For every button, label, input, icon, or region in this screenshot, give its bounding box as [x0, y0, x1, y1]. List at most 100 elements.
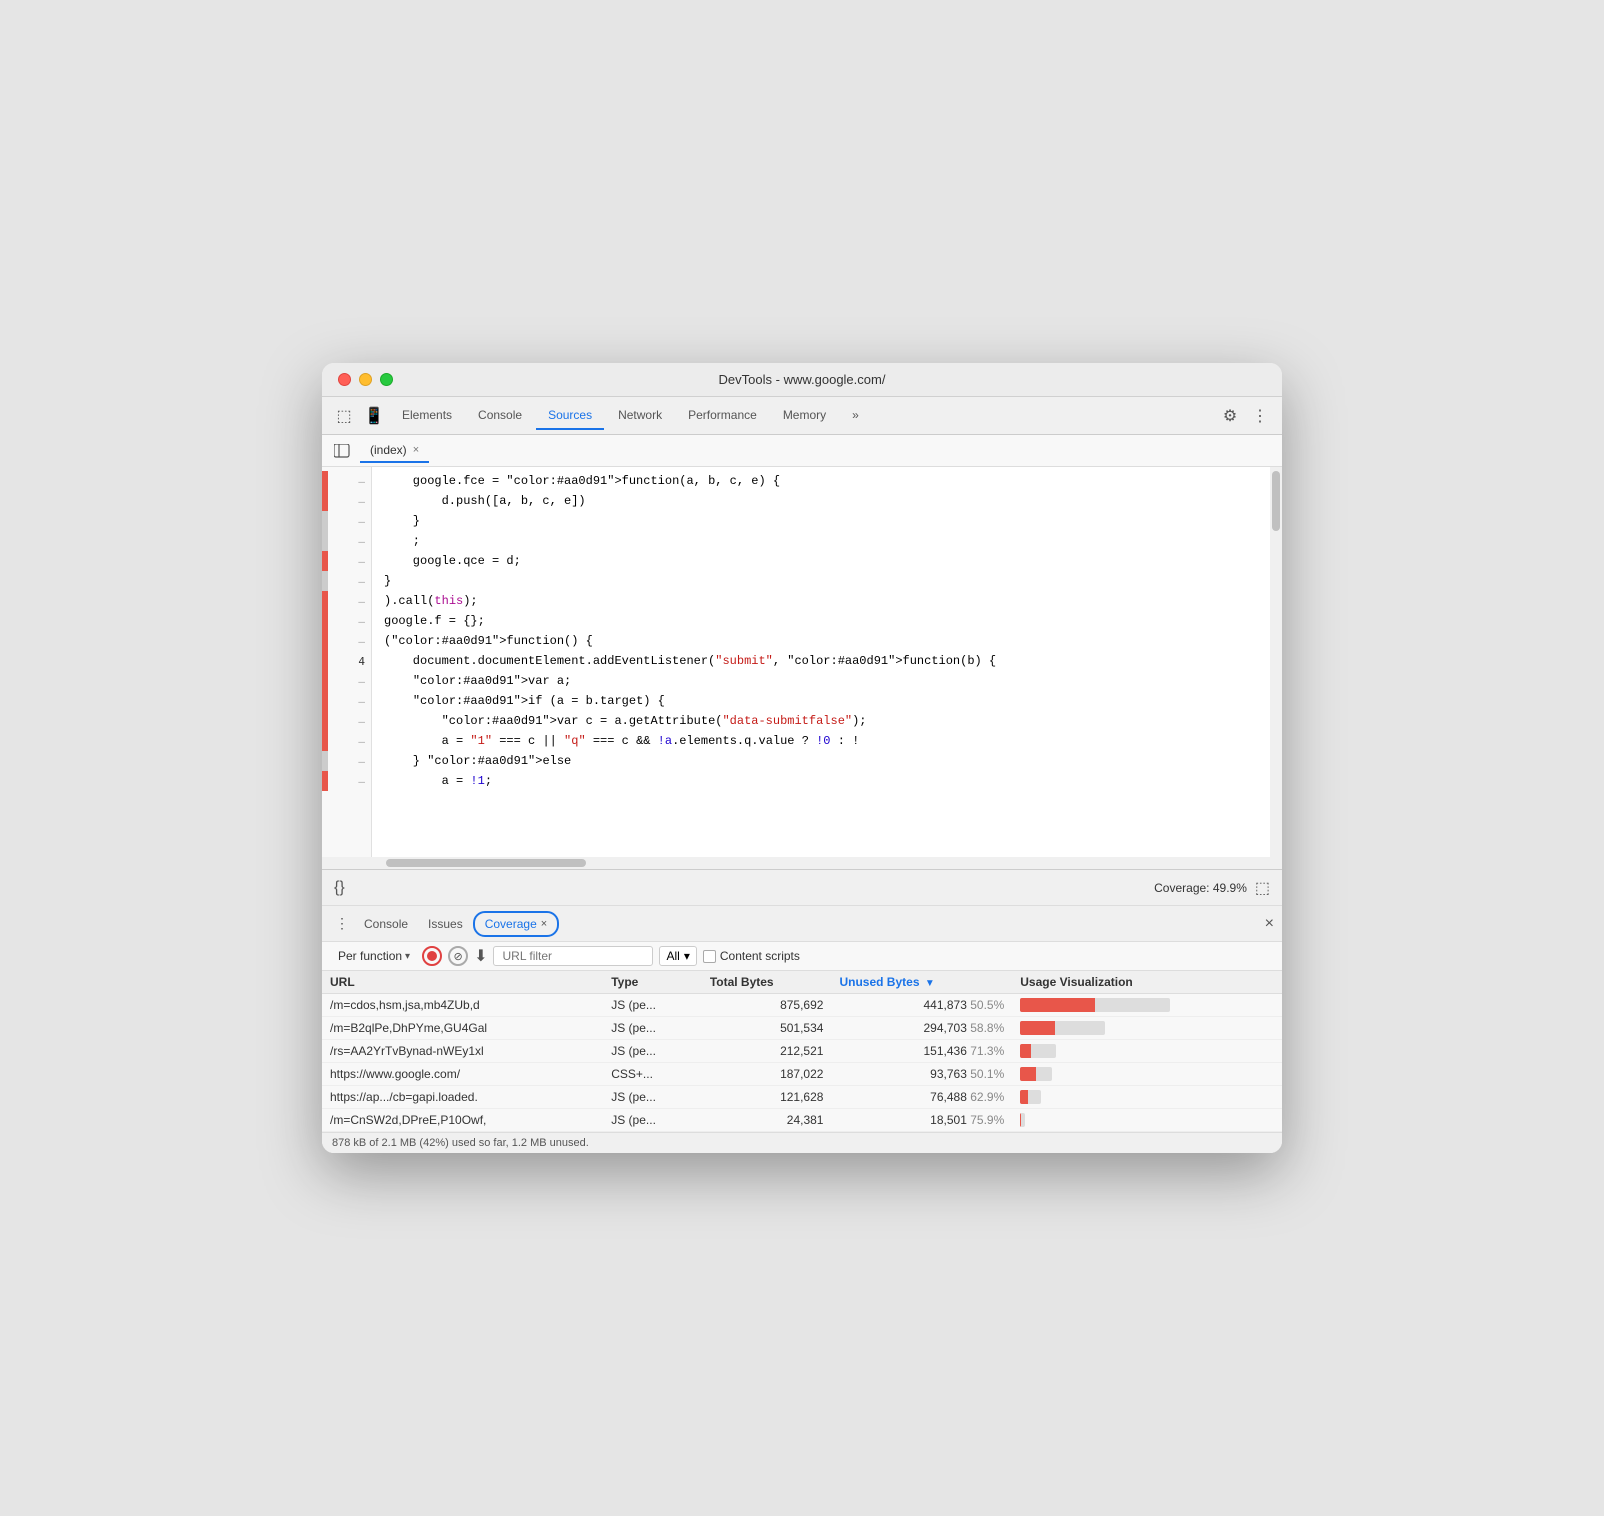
coverage-indicator-red [322, 671, 328, 691]
coverage-tab-close[interactable]: × [541, 918, 547, 930]
cell-unused-bytes: 93,763 50.1% [831, 1063, 1012, 1086]
gutter-line: – [322, 491, 371, 511]
coverage-indicator-gray [322, 511, 328, 531]
tab-overflow[interactable]: » [840, 402, 871, 430]
tab-console[interactable]: Console [466, 402, 534, 430]
table-row[interactable]: /m=cdos,hsm,jsa,mb4ZUb,dJS (pe...875,692… [322, 994, 1282, 1017]
filter-dropdown[interactable]: All ▾ [659, 946, 696, 966]
cell-usage-viz [1012, 1017, 1282, 1040]
download-button[interactable]: ⬇ [474, 946, 487, 966]
sidebar-toggle-icon[interactable] [330, 439, 354, 463]
panel-tab-close-icon[interactable]: × [413, 444, 419, 456]
bottom-tab-coverage[interactable]: Coverage × [473, 911, 559, 937]
usage-bar-used [1020, 998, 1094, 1012]
bottom-panel: {} Coverage: 49.9% ⬚ ⋮ Console Issues Co… [322, 869, 1282, 1153]
settings-icon[interactable]: ⚙ [1216, 402, 1244, 430]
close-button[interactable] [338, 373, 351, 386]
gutter-line: – [322, 551, 371, 571]
devtools-window: DevTools - www.google.com/ ⬚ 📱 Elements … [322, 363, 1282, 1153]
col-total-bytes[interactable]: Total Bytes [702, 971, 832, 994]
vertical-scrollbar[interactable] [1270, 467, 1282, 857]
cell-type: JS (pe... [603, 994, 702, 1017]
cell-unused-bytes: 76,488 62.9% [831, 1086, 1012, 1109]
table-row[interactable]: https://www.google.com/CSS+...187,02293,… [322, 1063, 1282, 1086]
col-unused-bytes[interactable]: Unused Bytes ▼ [831, 971, 1012, 994]
bottom-more-icon[interactable]: ⋮ [330, 912, 354, 936]
bottom-tab-issues[interactable]: Issues [418, 911, 473, 937]
coverage-table: URL Type Total Bytes Unused Bytes ▼ Usag… [322, 971, 1282, 1132]
cell-usage-viz [1012, 1040, 1282, 1063]
coverage-indicator-red [322, 631, 328, 651]
cell-usage-viz [1012, 1086, 1282, 1109]
gutter-line: 4 [322, 651, 371, 671]
code-line: "color:#aa0d91">if (a = b.target) { [384, 691, 1270, 711]
gutter-line: – [322, 751, 371, 771]
scroll-thumb[interactable] [1272, 471, 1280, 531]
table-row[interactable]: https://ap.../cb=gapi.loaded.JS (pe...12… [322, 1086, 1282, 1109]
tab-network[interactable]: Network [606, 402, 674, 430]
url-filter-input[interactable] [493, 946, 653, 966]
panel-tab-index[interactable]: (index) × [360, 439, 429, 463]
tab-performance[interactable]: Performance [676, 402, 769, 430]
record-button[interactable] [422, 946, 442, 966]
coverage-table-wrapper[interactable]: URL Type Total Bytes Unused Bytes ▼ Usag… [322, 971, 1282, 1132]
content-scripts-label: Content scripts [720, 949, 800, 963]
table-row[interactable]: /rs=AA2YrTvBynad-nWEy1xlJS (pe...212,521… [322, 1040, 1282, 1063]
clear-icon: ⊘ [453, 950, 462, 963]
cell-url: /rs=AA2YrTvBynad-nWEy1xl [322, 1040, 603, 1063]
bottom-close-icon[interactable]: × [1265, 915, 1274, 933]
cell-unused-bytes: 18,501 75.9% [831, 1109, 1012, 1132]
cell-url: https://ap.../cb=gapi.loaded. [322, 1086, 603, 1109]
table-header-row: URL Type Total Bytes Unused Bytes ▼ Usag… [322, 971, 1282, 994]
cell-unused-bytes: 441,873 50.5% [831, 994, 1012, 1017]
col-type[interactable]: Type [603, 971, 702, 994]
content-scripts-checkbox[interactable] [703, 950, 716, 963]
tab-elements[interactable]: Elements [390, 402, 464, 430]
coverage-indicator-gray [322, 751, 328, 771]
bottom-toolbar: {} Coverage: 49.9% ⬚ [322, 870, 1282, 906]
bottom-tab-console[interactable]: Console [354, 911, 418, 937]
cell-url: /m=B2qlPe,DhPYme,GU4Gal [322, 1017, 603, 1040]
gutter-line: – [322, 671, 371, 691]
inspect-element-icon[interactable]: ⬚ [330, 402, 358, 430]
coverage-percentage: Coverage: 49.9% [1154, 881, 1247, 895]
tab-sources[interactable]: Sources [536, 402, 604, 430]
per-function-dropdown[interactable]: Per function ▾ [332, 947, 416, 965]
chevron-down-icon: ▾ [405, 951, 410, 962]
gutter-line: – [322, 631, 371, 651]
code-line: ).call(this); [384, 591, 1270, 611]
usage-bar-container [1020, 1021, 1105, 1035]
title-bar: DevTools - www.google.com/ [322, 363, 1282, 397]
code-content[interactable]: google.fce = "color:#aa0d91">function(a,… [372, 467, 1270, 857]
table-row[interactable]: /m=B2qlPe,DhPYme,GU4GalJS (pe...501,5342… [322, 1017, 1282, 1040]
minimize-button[interactable] [359, 373, 372, 386]
more-icon[interactable]: ⋮ [1246, 402, 1274, 430]
record-inner [427, 951, 437, 961]
maximize-button[interactable] [380, 373, 393, 386]
code-line: a = "1" === c || "q" === c && !a.element… [384, 731, 1270, 751]
coverage-indicator-gray [322, 531, 328, 551]
horizontal-scrollbar[interactable] [322, 857, 1282, 869]
window-title: DevTools - www.google.com/ [719, 372, 886, 387]
usage-bar-used [1020, 1113, 1021, 1127]
cell-usage-viz [1012, 1063, 1282, 1086]
screenshot-icon[interactable]: ⬚ [1255, 878, 1270, 898]
usage-bar-used [1020, 1090, 1028, 1104]
coverage-indicator-red [322, 711, 328, 731]
device-toolbar-icon[interactable]: 📱 [360, 402, 388, 430]
coverage-indicator-red [322, 771, 328, 791]
h-scroll-thumb[interactable] [386, 859, 586, 867]
clear-button[interactable]: ⊘ [448, 946, 468, 966]
coverage-indicator-red [322, 611, 328, 631]
cell-unused-bytes: 151,436 71.3% [831, 1040, 1012, 1063]
table-row[interactable]: /m=CnSW2d,DPreE,P10Owf,JS (pe...24,38118… [322, 1109, 1282, 1132]
curly-braces-icon[interactable]: {} [334, 879, 345, 897]
devtools-tab-bar: ⬚ 📱 Elements Console Sources Network Per… [322, 397, 1282, 435]
tab-memory[interactable]: Memory [771, 402, 838, 430]
cell-url: /m=cdos,hsm,jsa,mb4ZUb,d [322, 994, 603, 1017]
filter-label: All [666, 949, 679, 963]
cell-type: JS (pe... [603, 1086, 702, 1109]
col-url[interactable]: URL [322, 971, 603, 994]
cell-total-bytes: 501,534 [702, 1017, 832, 1040]
gutter-line: – [322, 611, 371, 631]
